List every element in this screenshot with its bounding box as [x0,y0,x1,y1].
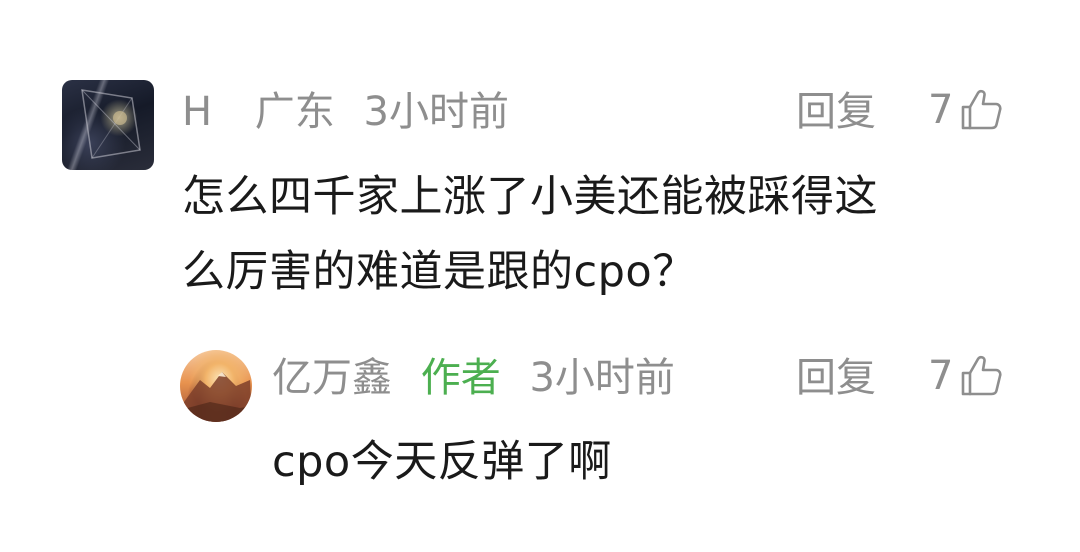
thumbs-up-icon [957,352,1005,400]
reply-timestamp: 3小时前 [529,355,675,401]
comment-meta: H 广东 3小时前 [182,88,509,136]
reply-text: cpo今天反弹了啊 [272,437,612,487]
comment-text: 怎么四千家上涨了小美还能被踩得这 么厉害的难道是跟的cpo？ [182,160,1022,310]
author-badge: 作者 [420,355,501,401]
avatar[interactable] [62,80,154,170]
location: 广东 [254,89,335,135]
comment-text-line: 怎么四千家上涨了小美还能被踩得这 [182,172,878,222]
avatar-image [81,89,141,159]
reply-meta: 亿万鑫 作者 3小时前 [272,354,675,402]
reply-like-count: 7 [928,353,954,399]
comment-text-line: 么厉害的难道是跟的cpo？ [182,247,696,297]
timestamp: 3小时前 [363,89,509,135]
comment-thread: H 广东 3小时前 回复 7 怎么四千家上涨了小美还能被踩得这 么厉害的难道是跟… [0,0,1080,552]
reply-username[interactable]: 亿万鑫 [272,354,392,402]
username[interactable]: H [182,88,212,136]
reply-button[interactable]: 回复 [796,88,876,136]
comment-item: H 广东 3小时前 回复 7 怎么四千家上涨了小美还能被踩得这 么厉害的难道是跟… [0,0,1080,330]
reply-like-button[interactable]: 7 [928,352,1005,400]
reply-reply-button[interactable]: 回复 [796,354,876,402]
like-button[interactable]: 7 [928,86,1005,134]
reply-avatar-image [180,372,252,422]
like-count: 7 [928,87,954,133]
thumbs-up-icon [957,86,1005,134]
reply-avatar[interactable] [180,350,252,422]
